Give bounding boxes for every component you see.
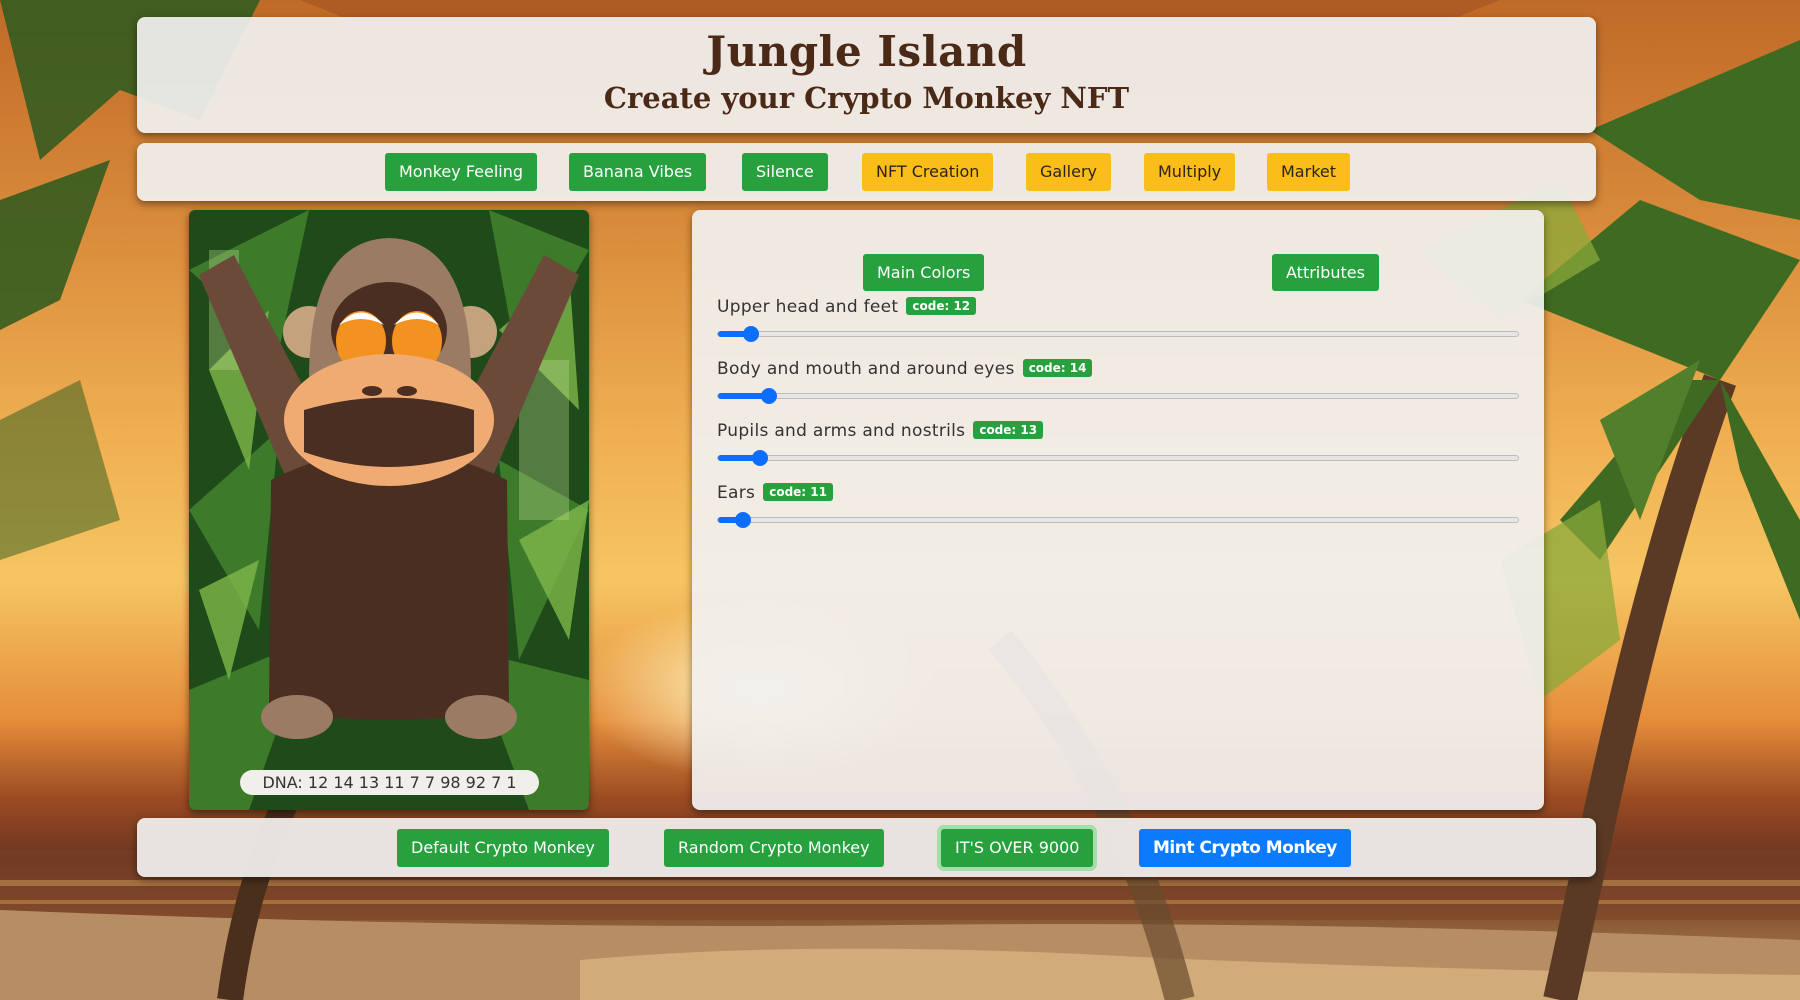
nav-gallery-button[interactable]: Gallery [1026,153,1111,191]
code-badge: code: 12 [906,297,977,315]
slider-label: Body and mouth and around eyes [717,359,1015,379]
slider-thumb[interactable] [760,388,777,404]
slider-thumb[interactable] [734,512,751,528]
slider-label: Pupils and arms and nostrils [717,421,966,441]
dna-label: DNA: 12 14 13 11 7 7 98 92 7 1 [240,770,539,795]
nav-bar: Monkey Feeling Banana Vibes Silence NFT … [137,143,1596,201]
tab-main-colors[interactable]: Main Colors [863,254,985,291]
slider-ears: Ears code: 11 [717,483,1519,528]
slider-upper-head-feet: Upper head and feet code: 12 [717,297,1519,342]
slider-body-mouth-eyes: Body and mouth and around eyes code: 14 [717,359,1519,404]
header-card: Jungle Island Create your Crypto Monkey … [137,17,1596,133]
nav-multiply-button[interactable]: Multiply [1144,153,1236,191]
color-slider[interactable] [717,326,1519,342]
nav-monkey-feeling-button[interactable]: Monkey Feeling [385,153,538,191]
code-badge: code: 14 [1022,359,1093,377]
slider-label: Upper head and feet [717,297,899,317]
tab-attributes[interactable]: Attributes [1272,254,1379,291]
code-badge: code: 13 [973,421,1044,439]
color-slider[interactable] [717,388,1519,404]
over-9000-button[interactable]: IT'S OVER 9000 [941,828,1094,867]
mint-monkey-button[interactable]: Mint Crypto Monkey [1139,828,1351,867]
code-badge: code: 11 [763,483,833,501]
color-slider[interactable] [717,450,1519,466]
page-title: Jungle Island [706,27,1027,76]
slider-label: Ears [717,483,756,503]
nav-banana-vibes-button[interactable]: Banana Vibes [569,153,707,191]
color-slider[interactable] [717,512,1519,528]
random-monkey-button[interactable]: Random Crypto Monkey [664,828,884,867]
default-monkey-button[interactable]: Default Crypto Monkey [397,828,609,867]
page-subtitle: Create your Crypto Monkey NFT [603,81,1130,115]
slider-pupils-arms-nostrils: Pupils and arms and nostrils code: 13 [717,421,1519,466]
monkey-preview-card [189,210,589,810]
nav-market-button[interactable]: Market [1267,153,1350,191]
nav-silence-button[interactable]: Silence [742,153,828,191]
nav-nft-creation-button[interactable]: NFT Creation [862,153,994,191]
action-bar: Default Crypto Monkey Random Crypto Monk… [137,818,1596,877]
crypto-monkey-image [199,238,579,739]
